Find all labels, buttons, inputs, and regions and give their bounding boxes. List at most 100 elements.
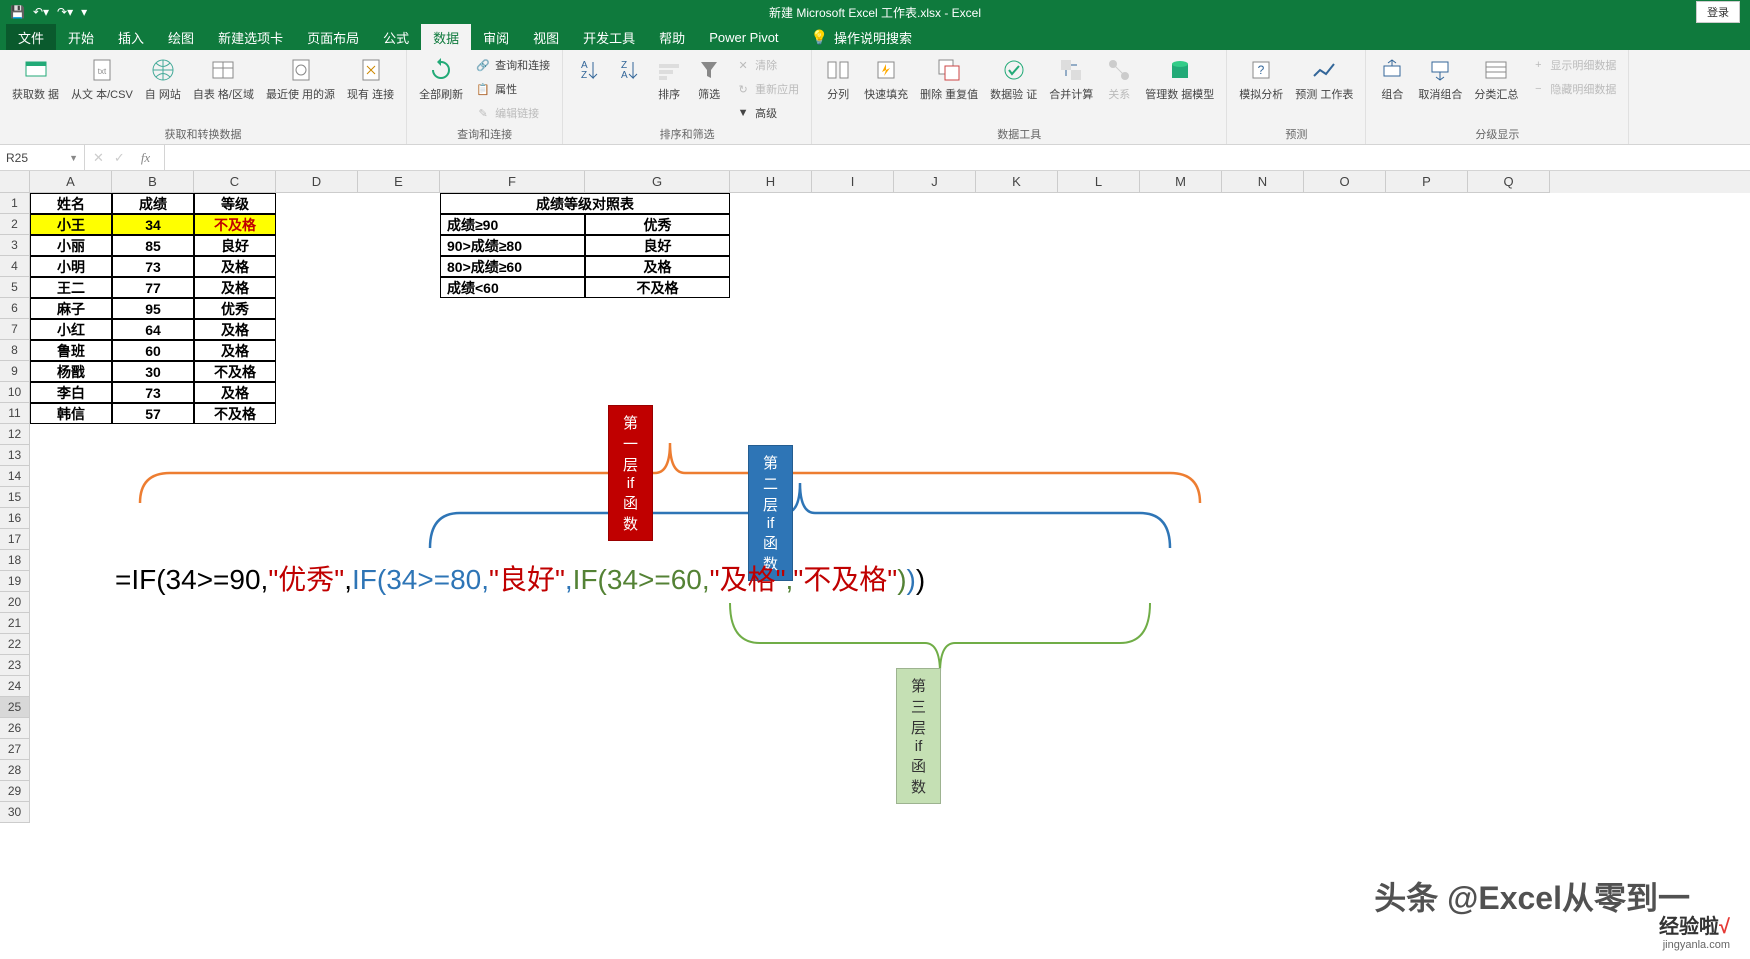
cell[interactable]: 良好 [194,235,276,256]
cell[interactable]: 及格 [194,382,276,403]
qat-more-icon[interactable]: ▾ [81,5,87,19]
col-header-O[interactable]: O [1304,171,1386,193]
hide-detail-button[interactable]: −隐藏明细数据 [1526,78,1620,100]
col-header-J[interactable]: J [894,171,976,193]
row-header-30[interactable]: 30 [0,802,30,823]
cell[interactable]: 及格 [585,256,730,277]
ungroup-button[interactable]: 取消组合 [1414,54,1466,104]
cell[interactable]: 73 [112,382,194,403]
subtotal-button[interactable]: 分类汇总 [1470,54,1522,104]
advanced-filter-button[interactable]: ▼高级 [731,102,803,124]
col-header-H[interactable]: H [730,171,812,193]
recent-sources-button[interactable]: 最近使 用的源 [262,54,339,104]
sort-asc-button[interactable]: AZ [571,54,607,88]
cell[interactable]: 小丽 [30,235,112,256]
row-header-8[interactable]: 8 [0,340,30,361]
row-header-22[interactable]: 22 [0,634,30,655]
col-header-A[interactable]: A [30,171,112,193]
cell[interactable]: 及格 [194,319,276,340]
row-header-19[interactable]: 19 [0,571,30,592]
from-web-button[interactable]: 自 网站 [141,54,185,104]
cell[interactable]: 73 [112,256,194,277]
cell[interactable]: 鲁班 [30,340,112,361]
save-icon[interactable]: 💾 [10,5,25,19]
col-header-B[interactable]: B [112,171,194,193]
cell[interactable]: 李白 [30,382,112,403]
cell[interactable]: 小红 [30,319,112,340]
row-header-25[interactable]: 25 [0,697,30,718]
cell[interactable]: 优秀 [194,298,276,319]
filter-button[interactable]: 筛选 [691,54,727,104]
relationships-button[interactable]: 关系 [1101,54,1137,104]
refresh-all-button[interactable]: 全部刷新 [415,54,467,104]
cell[interactable]: 80>成绩≥60 [440,256,585,277]
data-model-button[interactable]: 管理数 据模型 [1141,54,1218,104]
tab-draw[interactable]: 绘图 [156,24,206,50]
tab-insert[interactable]: 插入 [106,24,156,50]
row-header-23[interactable]: 23 [0,655,30,676]
col-header-K[interactable]: K [976,171,1058,193]
row-header-15[interactable]: 15 [0,487,30,508]
col-header-D[interactable]: D [276,171,358,193]
cell[interactable]: 成绩 [112,193,194,214]
cell[interactable]: 良好 [585,235,730,256]
login-button[interactable]: 登录 [1696,1,1740,23]
row-header-27[interactable]: 27 [0,739,30,760]
row-header-13[interactable]: 13 [0,445,30,466]
row-header-9[interactable]: 9 [0,361,30,382]
tab-data[interactable]: 数据 [421,24,471,50]
clear-filter-button[interactable]: ✕清除 [731,54,803,76]
col-header-P[interactable]: P [1386,171,1468,193]
tell-me-search[interactable]: 💡 操作说明搜索 [811,24,912,50]
row-header-12[interactable]: 12 [0,424,30,445]
cell[interactable]: 姓名 [30,193,112,214]
tab-dev[interactable]: 开发工具 [571,24,647,50]
chevron-down-icon[interactable]: ▼ [69,153,78,163]
col-header-G[interactable]: G [585,171,730,193]
tab-formula[interactable]: 公式 [371,24,421,50]
from-csv-button[interactable]: txt从文 本/CSV [67,54,137,104]
cell[interactable]: 及格 [194,256,276,277]
cell[interactable]: 韩信 [30,403,112,424]
queries-connections-button[interactable]: 🔗查询和连接 [471,54,554,76]
cell[interactable]: 不及格 [194,361,276,382]
properties-button[interactable]: 📋属性 [471,78,554,100]
get-data-button[interactable]: 获取数 据 [8,54,63,104]
cell[interactable]: 77 [112,277,194,298]
row-header-20[interactable]: 20 [0,592,30,613]
row-header-1[interactable]: 1 [0,193,30,214]
row-header-16[interactable]: 16 [0,508,30,529]
cell[interactable]: 成绩<60 [440,277,585,298]
flash-fill-button[interactable]: 快速填充 [860,54,912,104]
row-header-21[interactable]: 21 [0,613,30,634]
tab-home[interactable]: 开始 [56,24,106,50]
from-table-button[interactable]: 自表 格/区域 [189,54,258,104]
tab-review[interactable]: 审阅 [471,24,521,50]
formula-input[interactable] [165,145,1750,170]
tab-newtab[interactable]: 新建选项卡 [206,24,295,50]
cell[interactable]: 不及格 [194,403,276,424]
cell[interactable]: 优秀 [585,214,730,235]
sort-desc-button[interactable]: ZA [611,54,647,88]
cell[interactable]: 及格 [194,340,276,361]
cell[interactable]: 30 [112,361,194,382]
sort-button[interactable]: 排序 [651,54,687,104]
col-header-N[interactable]: N [1222,171,1304,193]
what-if-button[interactable]: ?模拟分析 [1235,54,1287,104]
row-header-17[interactable]: 17 [0,529,30,550]
row-header-4[interactable]: 4 [0,256,30,277]
cell[interactable]: 及格 [194,277,276,298]
tab-pivot[interactable]: Power Pivot [697,24,790,50]
name-box[interactable]: R25 ▼ [0,145,85,170]
row-header-11[interactable]: 11 [0,403,30,424]
text-to-columns-button[interactable]: 分列 [820,54,856,104]
row-header-5[interactable]: 5 [0,277,30,298]
col-header-Q[interactable]: Q [1468,171,1550,193]
cell[interactable]: 不及格 [194,214,276,235]
show-detail-button[interactable]: +显示明细数据 [1526,54,1620,76]
data-validation-button[interactable]: 数据验 证 [986,54,1041,104]
row-header-28[interactable]: 28 [0,760,30,781]
col-header-M[interactable]: M [1140,171,1222,193]
reapply-button[interactable]: ↻重新应用 [731,78,803,100]
cell[interactable]: 90>成绩≥80 [440,235,585,256]
